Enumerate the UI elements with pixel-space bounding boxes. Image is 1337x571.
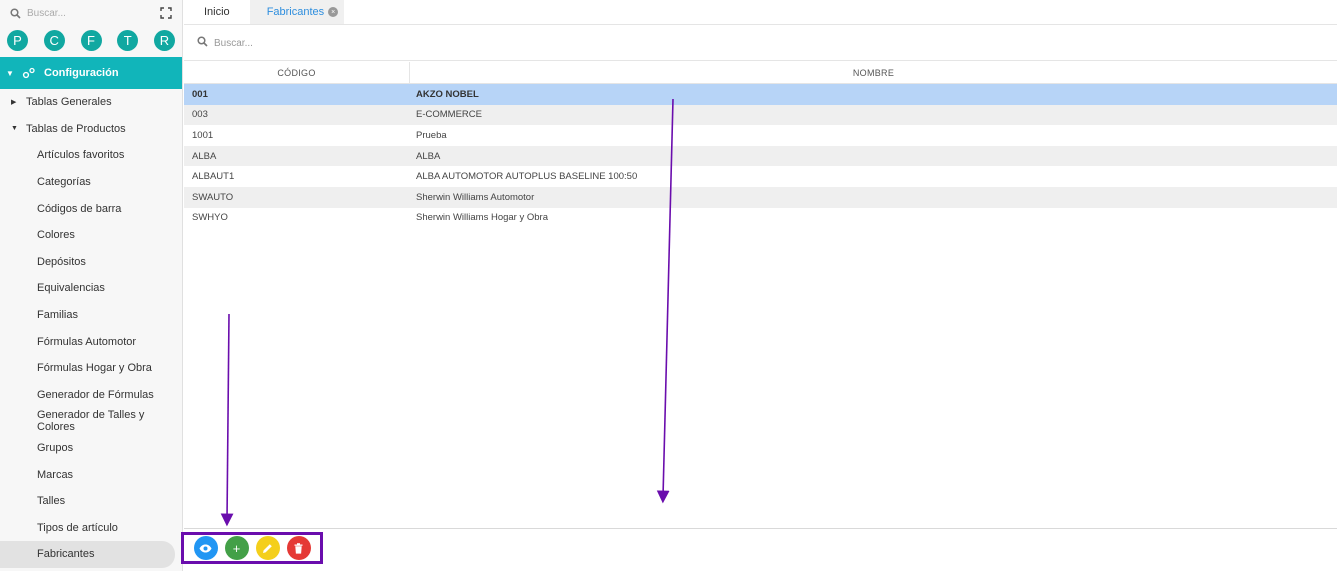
search-icon	[197, 36, 208, 50]
sidebar-item-colores[interactable]: Colores	[0, 222, 182, 249]
tab-inicio[interactable]: Inicio	[184, 0, 250, 24]
tab-fabricantes[interactable]: Fabricantes ×	[249, 0, 345, 24]
cell-nombre: Sherwin Williams Hogar y Obra	[416, 212, 548, 224]
caret-down-icon: ▼	[6, 68, 14, 78]
sidebar-item-grupos[interactable]: Grupos	[0, 435, 182, 462]
table-row[interactable]: ALBA ALBA	[184, 145, 1337, 167]
caret-right-icon: ▶	[11, 99, 17, 107]
tab-bar: Inicio Fabricantes ×	[184, 0, 1337, 25]
cell-nombre: AKZO NOBEL	[416, 88, 479, 100]
add-button[interactable]: +	[224, 536, 249, 560]
delete-button[interactable]	[286, 536, 311, 560]
trash-icon	[294, 542, 303, 554]
table-row[interactable]: SWAUTO Sherwin Williams Automotor	[184, 186, 1337, 208]
cell-codigo: ALBA	[192, 150, 217, 162]
caret-down-icon: ▼	[11, 125, 18, 133]
toolbar-divider	[184, 528, 1337, 529]
sidebar-item-codigos-de-barra[interactable]: Códigos de barra	[0, 195, 182, 222]
table-row[interactable]: 1001 Prueba	[184, 125, 1337, 146]
sidebar-item-formulas-hogar-y-obra[interactable]: Fórmulas Hogar y Obra	[0, 355, 182, 382]
sidebar-group-label: Tablas de Productos	[26, 122, 126, 135]
shortcut-f-button[interactable]: F	[80, 29, 102, 51]
cell-codigo: SWHYO	[192, 212, 228, 224]
sidebar-item-generador-de-talles-y-colores[interactable]: Generador de Talles y Colores	[0, 408, 182, 435]
cell-codigo: 001	[192, 88, 208, 100]
sidebar-search[interactable]: Buscar...	[0, 0, 182, 26]
cell-nombre: Sherwin Williams Automotor	[416, 191, 535, 203]
cell-codigo: SWAUTO	[192, 191, 234, 203]
sidebar-section-label: Configuración	[44, 67, 119, 79]
sidebar-section-configuracion[interactable]: ▼ Configuración	[0, 57, 182, 89]
view-button[interactable]	[193, 536, 218, 560]
gears-icon	[22, 67, 36, 79]
sidebar-item-formulas-automotor[interactable]: Fórmulas Automotor	[0, 328, 182, 355]
shortcut-bar: P C F T R	[0, 26, 182, 54]
edit-button[interactable]	[255, 536, 280, 560]
column-header-nombre[interactable]: NOMBRE	[410, 62, 1337, 83]
eye-icon	[199, 544, 212, 552]
shortcut-p-button[interactable]: P	[7, 29, 28, 51]
cell-nombre: ALBA	[416, 150, 441, 162]
table-row[interactable]: ALBAUT1 ALBA AUTOMOTOR AUTOPLUS BASELINE…	[184, 166, 1337, 187]
table-row[interactable]: SWHYO Sherwin Williams Hogar y Obra	[184, 208, 1337, 229]
sidebar-item-generador-de-formulas[interactable]: Generador de Fórmulas	[0, 382, 182, 409]
fullscreen-icon[interactable]	[160, 7, 172, 19]
sidebar-menu: ▶ Tablas Generales ▼ Tablas de Productos…	[0, 89, 182, 568]
table-row[interactable]: 003 E-COMMERCE	[184, 104, 1337, 126]
column-header-codigo[interactable]: CÓDIGO	[184, 62, 410, 83]
tab-label: Fabricantes	[266, 6, 325, 18]
sidebar-item-marcas[interactable]: Marcas	[0, 461, 182, 488]
cell-codigo: ALBAUT1	[192, 171, 235, 183]
sidebar-item-articulos-favoritos[interactable]: Artículos favoritos	[0, 142, 182, 169]
cell-nombre: Prueba	[416, 129, 447, 141]
sidebar-item-familias[interactable]: Familias	[0, 302, 182, 329]
plus-icon: +	[232, 540, 241, 556]
close-tab-icon[interactable]: ×	[328, 7, 339, 17]
action-toolbar: +	[181, 532, 323, 564]
tab-label: Inicio	[204, 6, 230, 18]
sidebar-item-categorias[interactable]: Categorías	[0, 169, 182, 196]
search-icon	[10, 7, 21, 19]
sidebar-item-tipos-de-articulo[interactable]: Tipos de artículo	[0, 515, 182, 542]
shortcut-r-button[interactable]: R	[154, 29, 175, 51]
manufacturers-table: CÓDIGO NOMBRE 001 AKZO NOBEL 003 E-COMME…	[184, 62, 1337, 228]
main-search-input[interactable]: Buscar...	[214, 38, 253, 49]
main-search[interactable]: Buscar...	[184, 26, 1337, 61]
sidebar-item-talles[interactable]: Talles	[0, 488, 182, 515]
sidebar-group-label: Tablas Generales	[26, 96, 112, 109]
sidebar-item-fabricantes[interactable]: Fabricantes	[0, 541, 175, 568]
table-header: CÓDIGO NOMBRE	[184, 62, 1337, 84]
sidebar-group-tablas-generales[interactable]: ▶ Tablas Generales	[0, 89, 182, 116]
sidebar-item-equivalencias[interactable]: Equivalencias	[0, 275, 182, 302]
cell-nombre: ALBA AUTOMOTOR AUTOPLUS BASELINE 100:50	[416, 171, 638, 183]
shortcut-c-button[interactable]: C	[43, 29, 65, 51]
pencil-icon	[263, 543, 272, 553]
sidebar-item-depositos[interactable]: Depósitos	[0, 249, 182, 276]
cell-codigo: 1001	[192, 129, 214, 141]
shortcut-t-button[interactable]: T	[117, 29, 139, 51]
sidebar-search-input[interactable]: Buscar...	[27, 8, 160, 19]
cell-codigo: 003	[192, 109, 208, 121]
sidebar: Buscar... P C F T R ▼ Configuración ▶ Ta…	[0, 0, 183, 571]
table-row[interactable]: 001 AKZO NOBEL	[184, 84, 1337, 105]
sidebar-group-tablas-de-productos[interactable]: ▼ Tablas de Productos	[0, 116, 182, 143]
cell-nombre: E-COMMERCE	[416, 109, 482, 121]
annotation-arrow-left	[220, 313, 234, 527]
